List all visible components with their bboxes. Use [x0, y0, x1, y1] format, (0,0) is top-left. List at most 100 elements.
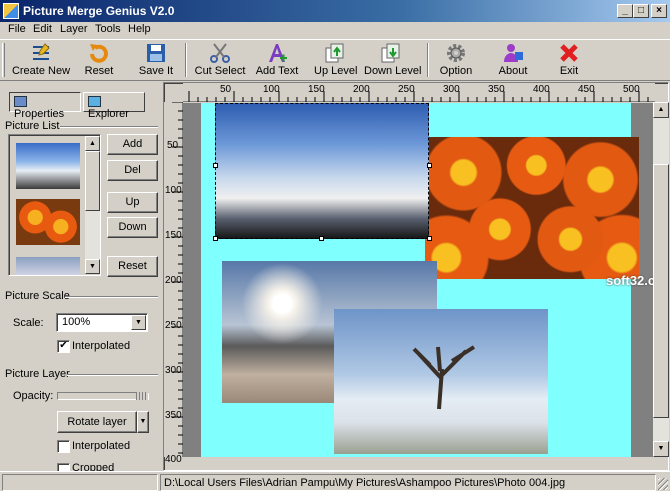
- toolbar-grip: [2, 43, 5, 77]
- create-new-button[interactable]: Create New: [10, 42, 72, 80]
- left-panel: Properties Explorer Picture List ▲ ▼ Add…: [0, 82, 163, 471]
- option-button[interactable]: Option: [438, 42, 474, 80]
- tick-label: 200: [353, 84, 370, 95]
- scroll-down-button[interactable]: ▼: [653, 441, 669, 457]
- picture-list[interactable]: ▲ ▼: [8, 134, 101, 276]
- down-level-icon: [381, 43, 400, 63]
- menu-edit[interactable]: Edit: [33, 23, 52, 35]
- up-level-icon: [325, 43, 344, 63]
- menu-layer[interactable]: Layer: [60, 23, 88, 35]
- about-button[interactable]: About: [496, 42, 530, 80]
- picture-list-scrollbar[interactable]: ▲ ▼: [85, 136, 100, 274]
- cut-select-button[interactable]: Cut Select: [194, 42, 246, 80]
- tab-explorer[interactable]: Explorer: [83, 92, 145, 120]
- resize-handle[interactable]: [319, 236, 324, 241]
- down-button[interactable]: Down: [107, 217, 158, 238]
- scroll-down-button[interactable]: ▼: [85, 259, 100, 274]
- maximize-button[interactable]: □: [633, 4, 649, 18]
- resize-handle[interactable]: [427, 236, 432, 241]
- rotate-dropdown-button[interactable]: ▼: [137, 411, 149, 433]
- watermark: soft32.com: [606, 273, 655, 288]
- tick-label: 250: [165, 320, 182, 331]
- photo-tree[interactable]: [334, 309, 548, 454]
- thumbnail-winter[interactable]: [16, 257, 80, 275]
- rotate-layer-button[interactable]: Rotate layer: [57, 411, 137, 433]
- opacity-fill: [58, 393, 136, 399]
- checkmark-icon: ✔: [59, 340, 68, 351]
- resize-handle[interactable]: [427, 163, 432, 168]
- app-icon: [3, 3, 19, 19]
- cropped-checkbox[interactable]: [57, 463, 70, 471]
- canvas-vscrollbar[interactable]: ▲ ▼: [653, 102, 669, 457]
- close-button[interactable]: ×: [651, 4, 667, 18]
- opacity-thumb[interactable]: [136, 392, 148, 400]
- resize-handle[interactable]: [213, 236, 218, 241]
- minimize-button[interactable]: _: [617, 4, 633, 18]
- scale-label: Scale:: [13, 317, 44, 329]
- save-label: Save It: [138, 65, 174, 77]
- reset-button[interactable]: Reset: [78, 42, 120, 80]
- up-level-label: Up Level: [314, 65, 358, 77]
- tick-label: 450: [578, 84, 595, 95]
- menu-tools[interactable]: Tools: [95, 23, 121, 35]
- exit-button[interactable]: Exit: [556, 42, 582, 80]
- about-icon: [504, 44, 523, 62]
- thumbnail-flowers[interactable]: [16, 199, 80, 245]
- add-button[interactable]: Add: [107, 134, 158, 155]
- scroll-up-button[interactable]: ▲: [85, 136, 100, 151]
- scroll-up-button[interactable]: ▲: [653, 102, 669, 118]
- picture-layer-label: Picture Layer: [5, 368, 70, 380]
- thumbnail-wave[interactable]: [16, 143, 80, 189]
- status-pane-left: [2, 474, 158, 491]
- about-label: About: [498, 65, 528, 77]
- down-level-button[interactable]: Down Level: [364, 42, 422, 80]
- scale-value: 100%: [62, 316, 91, 328]
- menu-file[interactable]: File: [8, 23, 26, 35]
- scale-select[interactable]: 100% ▼: [56, 313, 148, 332]
- tick-label: 400: [165, 454, 182, 465]
- selection-box[interactable]: [215, 103, 429, 239]
- menu-help[interactable]: Help: [128, 23, 151, 35]
- tab-explorer-label: Explorer: [88, 108, 129, 120]
- divider: [60, 126, 158, 128]
- tick-label: 50: [220, 84, 232, 95]
- up-button[interactable]: Up: [107, 192, 158, 213]
- status-path: D:\Local Users Files\Adrian Pampu\My Pic…: [160, 474, 656, 491]
- save-button[interactable]: Save It: [136, 42, 176, 80]
- opacity-slider[interactable]: [57, 392, 149, 400]
- resize-grip-icon[interactable]: [658, 478, 668, 490]
- tick-label: 100: [263, 84, 280, 95]
- tab-properties-label: Properties: [14, 108, 65, 120]
- photo-flowers[interactable]: [425, 137, 639, 279]
- scroll-thumb[interactable]: [653, 164, 669, 418]
- work-area[interactable]: soft32.com: [183, 103, 655, 457]
- tick-label: 500: [623, 84, 640, 95]
- title-bar: Picture Merge Genius V2.0 _ □ ×: [0, 0, 670, 22]
- tick-label: 400: [533, 84, 550, 95]
- cut-select-label: Cut Select: [194, 65, 246, 77]
- scroll-thumb[interactable]: [85, 151, 100, 211]
- scale-interpolated-label: Interpolated: [72, 340, 131, 352]
- layer-interpolated-checkbox[interactable]: [57, 440, 70, 453]
- tick-label: 200: [165, 275, 182, 286]
- reset-list-button[interactable]: Reset: [107, 256, 158, 277]
- exit-label: Exit: [559, 65, 579, 77]
- reset-label: Reset: [84, 65, 114, 77]
- explorer-icon: [88, 96, 101, 107]
- save-icon: [147, 44, 165, 62]
- tab-properties[interactable]: Properties: [9, 92, 81, 120]
- tick-label: 150: [165, 230, 182, 241]
- merge-canvas[interactable]: soft32.com: [201, 103, 655, 457]
- option-label: Option: [439, 65, 473, 77]
- properties-icon: [14, 96, 27, 107]
- scale-interpolated-checkbox[interactable]: ✔: [57, 340, 70, 353]
- tick-label: 100: [165, 185, 182, 196]
- down-level-label: Down Level: [364, 65, 422, 77]
- tick-label: 150: [308, 84, 325, 95]
- del-button[interactable]: Del: [107, 160, 158, 181]
- add-text-button[interactable]: Add Text: [254, 42, 300, 80]
- up-level-button[interactable]: Up Level: [314, 42, 358, 80]
- tick-label: 350: [488, 84, 505, 95]
- chevron-down-icon[interactable]: ▼: [131, 315, 146, 330]
- resize-handle[interactable]: [213, 163, 218, 168]
